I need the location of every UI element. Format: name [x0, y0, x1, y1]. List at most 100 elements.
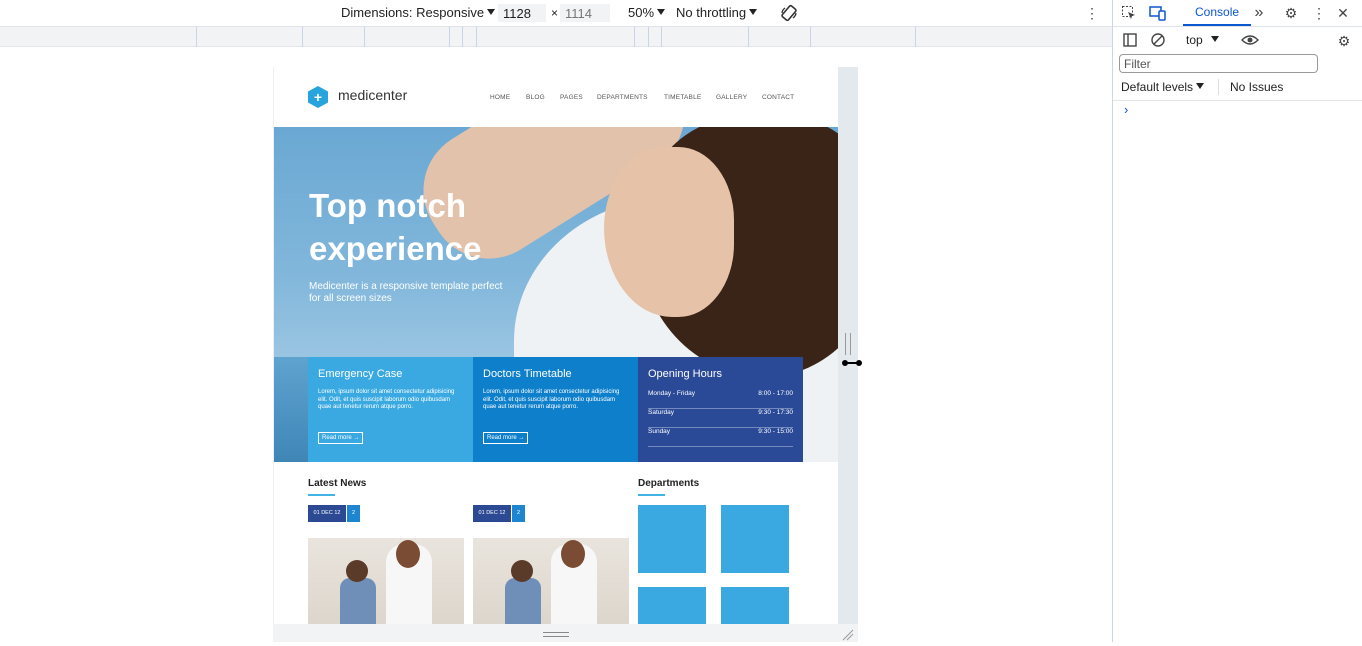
section-underline: [638, 494, 665, 496]
context-selector[interactable]: top: [1186, 33, 1219, 47]
divider: [1113, 100, 1362, 101]
hours-time: 8:00 - 17:00: [758, 390, 793, 397]
read-more-button[interactable]: Read more →: [483, 432, 529, 444]
device-toolbar-toggle-icon[interactable]: [1149, 5, 1166, 21]
nav-home[interactable]: HOME: [490, 94, 510, 101]
device-toolbar: Dimensions: Responsive 1128 × 1114 50% N…: [0, 0, 1112, 27]
ruler-mark: [915, 27, 916, 47]
height-input[interactable]: 1114: [560, 4, 610, 22]
dimensions-label: Dimensions: Responsive: [341, 5, 485, 20]
ruler-mark: [661, 27, 662, 47]
devtools-tabbar: Console » ⚙ ⋮ ✕: [1113, 0, 1362, 27]
ruler-mark: [364, 27, 365, 47]
throttling-dropdown[interactable]: No throttling: [676, 5, 758, 20]
hours-day: Sunday: [648, 428, 671, 435]
logo-plus-icon[interactable]: +: [308, 86, 328, 108]
tab-console[interactable]: Console: [1183, 0, 1252, 26]
site-logo-text[interactable]: medicenter: [338, 87, 407, 103]
image-doctor-head: [396, 540, 420, 568]
live-expression-eye-icon[interactable]: [1241, 32, 1259, 48]
image-child: [340, 578, 376, 624]
ruler-mark: [196, 27, 197, 47]
more-tabs-icon[interactable]: »: [1251, 5, 1267, 21]
hours-row: Sunday 9:30 - 15:00: [648, 428, 793, 447]
chevron-down-icon: [1196, 83, 1205, 89]
read-more-button[interactable]: Read more →: [318, 432, 364, 444]
section-underline: [308, 494, 335, 496]
close-icon[interactable]: ✕: [1335, 5, 1351, 21]
devtools-panel: Console » ⚙ ⋮ ✕ top ⚙ Filter Default lev…: [1112, 0, 1362, 642]
department-tile[interactable]: [721, 587, 789, 624]
box-title: Opening Hours: [648, 368, 722, 380]
ruler-mark: [449, 27, 450, 47]
issues-counter[interactable]: No Issues: [1230, 80, 1283, 94]
department-tile[interactable]: [721, 505, 789, 573]
context-label: top: [1186, 33, 1203, 47]
emulated-page: + medicenter HOME BLOG PAGES DEPARTMENTS…: [273, 67, 838, 624]
hero-title-line-2: experience: [309, 230, 482, 267]
chevron-down-icon: [487, 9, 496, 15]
corner-resize-icon[interactable]: [842, 628, 854, 641]
console-settings-gear-icon[interactable]: ⚙: [1336, 33, 1352, 49]
nav-gallery[interactable]: GALLERY: [716, 94, 747, 101]
settings-gear-icon[interactable]: ⚙: [1283, 5, 1299, 21]
ruler-mark: [302, 27, 303, 47]
log-levels-dropdown[interactable]: Default levels: [1121, 80, 1205, 94]
opening-hours-box: Opening Hours Monday - Friday 8:00 - 17:…: [638, 357, 803, 462]
hero-subtitle: Medicenter is a responsive template perf…: [309, 281, 503, 304]
clear-console-icon[interactable]: [1150, 33, 1166, 49]
news-date: 01 DEC 12: [473, 505, 511, 522]
hours-row: Monday - Friday 8:00 - 17:00: [648, 390, 793, 409]
news-image[interactable]: [308, 538, 464, 624]
ruler-mark: [476, 27, 477, 47]
nav-pages[interactable]: PAGES: [560, 94, 583, 101]
hero-title: Top notch experience: [309, 184, 569, 270]
nav-blog[interactable]: BLOG: [526, 94, 545, 101]
hours-time: 9:30 - 17:30: [758, 409, 793, 416]
dimensions-dropdown[interactable]: Dimensions: Responsive: [341, 5, 496, 20]
department-tile[interactable]: [638, 587, 706, 624]
console-prompt-icon[interactable]: ›: [1124, 102, 1128, 117]
ruler-mark: [634, 27, 635, 47]
resize-cursor-icon: [842, 354, 862, 366]
nav-contact[interactable]: CONTACT: [762, 94, 794, 101]
zoom-label: 50%: [628, 5, 655, 20]
throttling-label: No throttling: [676, 5, 747, 20]
vertical-resize-grip-icon[interactable]: [543, 632, 569, 637]
box-text: Lorem, ipsum dolor sit amet consectetur …: [318, 389, 455, 410]
nav-timetable[interactable]: TIMETABLE: [664, 94, 701, 101]
ruler-mark: [810, 27, 811, 47]
box-text: Lorem, ipsum dolor sit amet consectetur …: [483, 389, 620, 410]
chevron-down-icon: [657, 9, 666, 15]
box-title: Emergency Case: [318, 368, 403, 380]
sidebar-toggle-icon[interactable]: [1122, 33, 1138, 49]
more-options-icon[interactable]: ⋮: [1311, 5, 1327, 21]
emulated-viewport-area: + medicenter HOME BLOG PAGES DEPARTMENTS…: [0, 47, 1112, 642]
hours-day: Saturday: [648, 409, 675, 416]
hero-image-face: [604, 147, 734, 317]
ruler-mark: [648, 27, 649, 47]
horizontal-resize-grip-icon[interactable]: [845, 333, 851, 355]
more-options-icon[interactable]: ⋮: [1085, 5, 1099, 21]
news-comment-count: 2: [347, 505, 360, 522]
box-title: Doctors Timetable: [483, 368, 572, 380]
divider: [1218, 79, 1219, 95]
rotate-icon[interactable]: [780, 4, 798, 22]
hours-day: Monday - Friday: [648, 390, 695, 397]
zoom-dropdown[interactable]: 50%: [628, 5, 666, 20]
news-image[interactable]: [473, 538, 629, 624]
hours-time: 9:30 - 15:00: [758, 428, 793, 435]
width-input[interactable]: 1128: [498, 4, 546, 22]
times-separator: ×: [551, 6, 559, 20]
news-comment-count: 2: [512, 505, 525, 522]
console-toolbar: top ⚙: [1113, 27, 1362, 53]
inspect-element-icon[interactable]: [1121, 5, 1137, 21]
ruler-mark: [748, 27, 749, 47]
department-tile[interactable]: [638, 505, 706, 573]
news-date: 01 DEC 12: [308, 505, 346, 522]
console-filter-input[interactable]: Filter: [1119, 54, 1318, 73]
image-doctor-head: [561, 540, 585, 568]
nav-departments[interactable]: DEPARTMENTS: [597, 94, 648, 101]
image-child: [505, 578, 541, 624]
chevron-down-icon: [749, 9, 758, 15]
